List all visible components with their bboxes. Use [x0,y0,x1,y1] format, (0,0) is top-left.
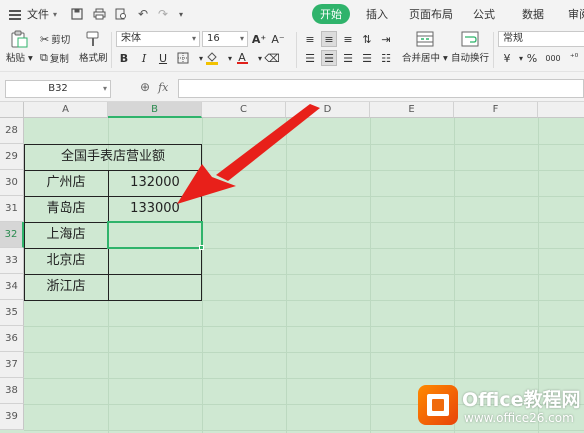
annotation-arrow [177,104,320,204]
arrow-shaft [216,104,320,181]
